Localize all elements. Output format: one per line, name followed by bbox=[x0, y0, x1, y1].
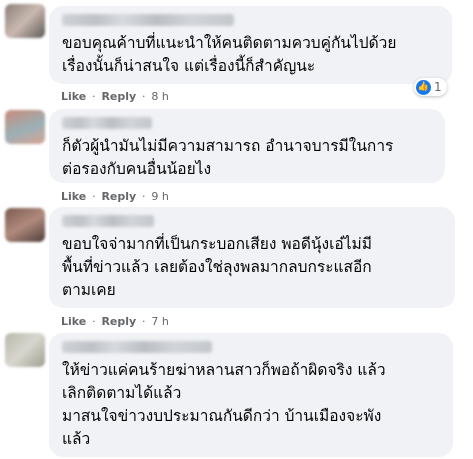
reaction-badge[interactable]: 👍 1 bbox=[414, 78, 447, 96]
timestamp[interactable]: 8 h bbox=[151, 90, 168, 103]
comment-actions: Like · Reply · 9 h bbox=[61, 190, 169, 203]
comment-bubble: ขอบใจจ่ามากที่เป็นกระบอกเสียง พอดีนุ้งเอ… bbox=[49, 207, 455, 308]
thumbs-up-icon: 👍 bbox=[416, 79, 431, 95]
reply-link[interactable]: Reply bbox=[101, 315, 136, 328]
avatar[interactable] bbox=[5, 110, 45, 144]
author-name-blurred[interactable] bbox=[62, 215, 154, 227]
comment-bubble: ให้ข่าวแค่คนร้ายฆ่าหลานสาวก็พอถ้าผิดจริง… bbox=[49, 333, 453, 457]
reply-link[interactable]: Reply bbox=[101, 190, 136, 203]
author-name-blurred[interactable] bbox=[62, 341, 212, 353]
author-name-blurred[interactable] bbox=[62, 14, 234, 26]
comment-bubble: ขอบคุณค้าบที่แนะนำให้คนติดตามควบคู่กันไป… bbox=[49, 6, 452, 84]
comment-actions: Like · Reply · 8 h bbox=[61, 90, 169, 103]
comment-bubble: ก็ตัวผู้นำมันไม่มีความสามารถ อำนาจบารมีใ… bbox=[49, 109, 445, 183]
comment-text: ขอบคุณค้าบที่แนะนำให้คนติดตามควบคู่กันไป… bbox=[62, 34, 397, 75]
like-link[interactable]: Like bbox=[61, 190, 86, 203]
comment-text: ก็ตัวผู้นำมันไม่มีความสามารถ อำนาจบารมีใ… bbox=[62, 137, 394, 178]
timestamp[interactable]: 7 h bbox=[151, 315, 168, 328]
comment-actions: Like · Reply · 7 h bbox=[61, 315, 169, 328]
like-link[interactable]: Like bbox=[61, 90, 86, 103]
timestamp[interactable]: 9 h bbox=[151, 190, 168, 203]
avatar[interactable] bbox=[5, 208, 45, 242]
comment-text: ให้ข่าวแค่คนร้ายฆ่าหลานสาวก็พอถ้าผิดจริง… bbox=[62, 361, 386, 448]
reply-link[interactable]: Reply bbox=[101, 90, 136, 103]
avatar[interactable] bbox=[5, 4, 45, 38]
comment-text: ขอบใจจ่ามากที่เป็นกระบอกเสียง พอดีนุ้งเอ… bbox=[62, 235, 372, 299]
like-link[interactable]: Like bbox=[61, 315, 86, 328]
avatar[interactable] bbox=[5, 333, 45, 367]
author-name-blurred[interactable] bbox=[62, 117, 152, 129]
